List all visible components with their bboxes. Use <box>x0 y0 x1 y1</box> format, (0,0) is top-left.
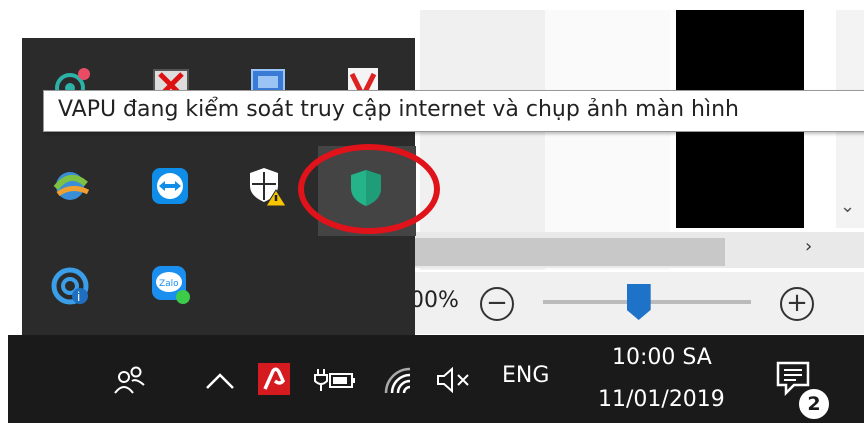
svg-text:Zalo: Zalo <box>159 279 179 289</box>
zoom-percent: 00% <box>410 288 459 313</box>
zoom-in-button[interactable]: + <box>780 287 814 321</box>
scroll-down-arrow-icon[interactable]: ⌄ <box>840 196 855 217</box>
power-icon[interactable] <box>312 365 358 399</box>
chevron-up-icon[interactable] <box>204 371 236 395</box>
avira-icon[interactable] <box>258 363 290 399</box>
cc-cleaner-icon[interactable]: i <box>50 266 90 306</box>
internet-download-manager-icon[interactable] <box>50 166 90 206</box>
zoom-out-button[interactable]: − <box>480 287 514 321</box>
svg-text:i: i <box>77 290 80 304</box>
horizontal-scroll-thumb[interactable] <box>415 238 725 266</box>
wifi-icon[interactable] <box>382 365 416 401</box>
annotation-circle <box>298 144 440 234</box>
volume-muted-icon[interactable] <box>434 365 474 399</box>
taskbar: ENG 10:00 SA 11/01/2019 <box>8 335 864 423</box>
zalo-icon[interactable]: Zalo <box>150 264 190 304</box>
input-language-indicator[interactable]: ENG <box>502 363 549 388</box>
background-panel-white <box>545 10 670 270</box>
notification-count-badge: 2 <box>796 386 832 422</box>
scroll-right-arrow-icon[interactable]: › <box>805 236 812 257</box>
clock-time[interactable]: 10:00 SA <box>612 345 712 370</box>
windows-security-warning-icon[interactable] <box>246 164 287 207</box>
clock-date[interactable]: 11/01/2019 <box>598 387 725 412</box>
people-icon[interactable] <box>112 363 148 403</box>
teamviewer-icon[interactable] <box>150 166 190 206</box>
background-panel <box>420 10 545 270</box>
tray-icon-tooltip: VAPU đang kiểm soát truy cập internet và… <box>43 90 864 132</box>
